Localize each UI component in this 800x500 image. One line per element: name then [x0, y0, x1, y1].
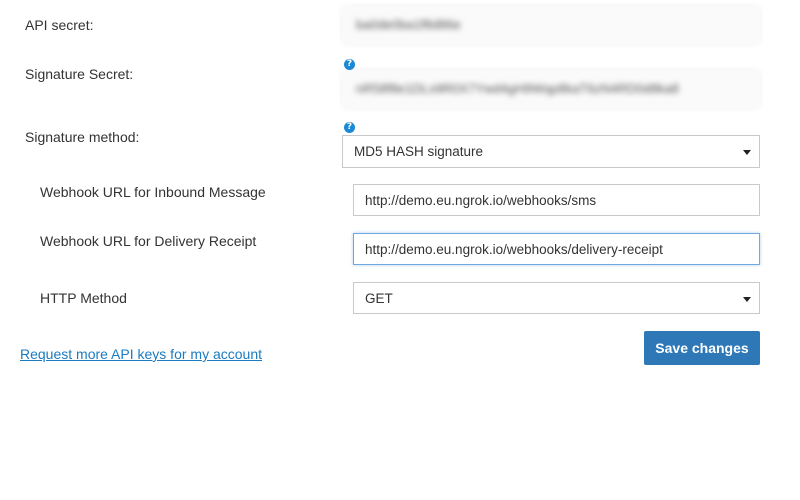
- chevron-down-icon: [743, 297, 751, 302]
- http-method-label: HTTP Method: [40, 290, 127, 306]
- webhook-delivery-value: http://demo.eu.ngrok.io/webhooks/deliver…: [365, 242, 663, 257]
- http-method-value: GET: [365, 291, 393, 306]
- webhook-delivery-label: Webhook URL for Delivery Receipt: [40, 233, 257, 249]
- save-changes-button[interactable]: Save changes: [644, 331, 760, 365]
- http-method-select[interactable]: GET: [353, 282, 760, 314]
- request-api-keys-link[interactable]: Request more API keys for my account: [20, 346, 262, 362]
- signature-secret-field[interactable]: nR58f8e1DLs9R0X7Ywd4gH9Wqp8kaT6zN4RD0d8k…: [342, 70, 760, 108]
- signature-method-select[interactable]: MD5 HASH signature: [342, 135, 760, 168]
- webhook-inbound-input[interactable]: http://demo.eu.ngrok.io/webhooks/sms: [353, 184, 760, 216]
- api-secret-field[interactable]: ba0de0ba1f8d86e: [342, 6, 760, 44]
- chevron-down-icon: [743, 150, 751, 155]
- signature-secret-help-icon[interactable]: ?: [344, 59, 355, 70]
- webhook-delivery-input[interactable]: http://demo.eu.ngrok.io/webhooks/deliver…: [353, 233, 760, 265]
- signature-method-help-icon[interactable]: ?: [344, 122, 355, 133]
- signature-secret-value: nR58f8e1DLs9R0X7Ywd4gH9Wqp8kaT6zN4RD0d8k…: [356, 81, 680, 96]
- api-secret-label: API secret:: [25, 17, 94, 33]
- webhook-inbound-label: Webhook URL for Inbound Message: [40, 184, 266, 200]
- signature-method-value: MD5 HASH signature: [354, 144, 484, 159]
- signature-secret-label: Signature Secret:: [25, 66, 134, 82]
- signature-method-label: Signature method:: [25, 129, 140, 145]
- webhook-inbound-value: http://demo.eu.ngrok.io/webhooks/sms: [365, 193, 597, 208]
- api-secret-value: ba0de0ba1f8d86e: [356, 17, 461, 32]
